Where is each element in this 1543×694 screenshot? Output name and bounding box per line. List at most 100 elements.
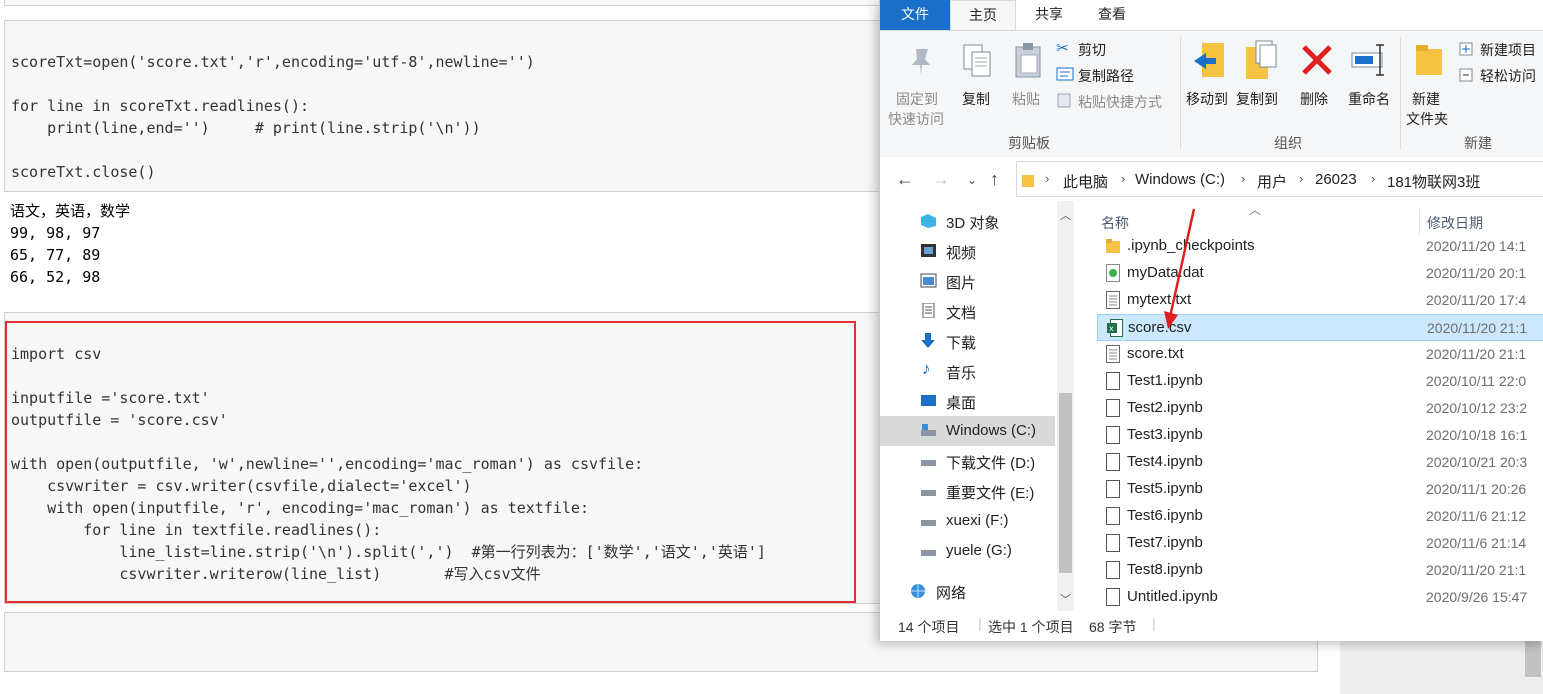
nav-scrollbar-thumb[interactable] (1059, 393, 1072, 573)
nav-item-3d-objects[interactable]: 3D 对象 (880, 206, 1055, 236)
file-name: Untitled.ipynb (1127, 588, 1218, 605)
file-row[interactable]: Test4.ipynb 2020/10/21 20:3 (1097, 449, 1543, 476)
new-folder-button[interactable]: 新建 文件夹 (1404, 37, 1456, 127)
breadcrumb-item[interactable]: Windows (C:) (1135, 171, 1225, 188)
file-row[interactable]: Test5.ipynb 2020/11/1 20:26 (1097, 476, 1543, 503)
file-name: Test2.ipynb (1127, 399, 1203, 416)
page-scrollbar-thumb[interactable] (1525, 641, 1541, 677)
delete-button[interactable]: 删除 (1298, 37, 1336, 127)
file-row[interactable]: Untitled.ipynb 2020/9/26 15:47 (1097, 584, 1543, 611)
network-icon (911, 584, 925, 598)
copy-path-button[interactable]: 复制路径 (1056, 65, 1176, 87)
tab-view[interactable]: 查看 (1080, 0, 1144, 30)
file-name: Test1.ipynb (1127, 372, 1203, 389)
nav-item-desktop[interactable]: 桌面 (880, 386, 1055, 416)
copy-to-label: 复制到 (1236, 91, 1278, 107)
forward-arrow-icon[interactable]: → (932, 169, 950, 190)
file-icon (1106, 426, 1120, 444)
nav-scrollbar[interactable]: ︿ ﹀ (1057, 201, 1074, 611)
back-arrow-icon[interactable]: ← (896, 169, 914, 190)
nav-item-drive-g[interactable]: yuele (G:) (880, 536, 1055, 566)
file-modified-date: 2020/10/21 20:3 (1426, 454, 1528, 470)
address-bar[interactable]: › 此电脑 › Windows (C:) › 用户 › 26023 › 181物… (1016, 161, 1543, 197)
new-item-label: 新建项目 (1480, 42, 1536, 58)
file-row[interactable]: Test3.ipynb 2020/10/18 16:1 (1097, 422, 1543, 449)
up-arrow-icon[interactable]: ↑ (990, 169, 999, 190)
breadcrumb-item[interactable]: 26023 (1315, 171, 1357, 188)
file-row[interactable]: Test8.ipynb 2020/11/20 21:1 (1097, 557, 1543, 584)
file-row[interactable]: score.txt 2020/11/20 21:1 (1097, 341, 1543, 368)
file-row[interactable]: Test2.ipynb 2020/10/12 23:2 (1097, 395, 1543, 422)
copy-button[interactable]: 复制 (958, 37, 1000, 127)
nav-item-windows-c[interactable]: Windows (C:) (880, 416, 1055, 446)
nav-item-label: 文档 (946, 305, 977, 322)
documents-icon (922, 303, 935, 318)
file-row[interactable]: Test7.ipynb 2020/11/6 21:14 (1097, 530, 1543, 557)
nav-item-drive-f[interactable]: xuexi (F:) (880, 506, 1055, 536)
move-to-button[interactable]: 移动到 (1186, 37, 1234, 127)
cell-1-output: 语文，英语，数学 99, 98, 97 65, 77, 89 66, 52, 9… (10, 200, 130, 288)
file-row[interactable]: Test6.ipynb 2020/11/6 21:12 (1097, 503, 1543, 530)
code-cell-1-source[interactable]: scoreTxt=open('score.txt','r',encoding='… (11, 29, 535, 183)
column-divider[interactable] (1419, 209, 1420, 235)
file-row[interactable]: Test1.ipynb 2020/10/11 22:0 (1097, 368, 1543, 395)
new-group-label: 新建 (1464, 135, 1492, 151)
output-line: 66, 52, 98 (10, 268, 101, 286)
tab-file[interactable]: 文件 (880, 0, 950, 30)
file-icon (1106, 507, 1120, 525)
file-modified-date: 2020/11/20 17:4 (1426, 292, 1527, 308)
column-header-name[interactable]: 名称 (1101, 213, 1129, 233)
chevron-right-icon: › (1299, 171, 1304, 186)
paste-shortcut-button[interactable]: 粘贴快捷方式 (1056, 91, 1176, 113)
nav-item-music[interactable]: ♪ 音乐 (880, 356, 1055, 386)
pin-icon (912, 49, 930, 75)
file-name: Test5.ipynb (1127, 480, 1203, 497)
file-modified-date: 2020/11/20 14:1 (1426, 238, 1527, 254)
new-item-button[interactable]: 新建项目 (1458, 39, 1543, 61)
nav-item-pictures[interactable]: 图片 (880, 266, 1055, 296)
file-icon (1106, 588, 1120, 606)
file-modified-date: 2020/10/11 22:0 (1426, 373, 1527, 389)
cut-button[interactable]: ✂ 剪切 (1056, 39, 1166, 61)
code-line: print(line,end='') # print(line.strip('\… (11, 119, 481, 137)
tab-share[interactable]: 共享 (1020, 0, 1078, 30)
file-icon (1106, 534, 1120, 552)
pin-label: 固定到 (896, 91, 938, 107)
recent-chevron-down-icon[interactable]: ⌄ (967, 173, 977, 187)
svg-text:x: x (1109, 324, 1114, 333)
scroll-up-icon[interactable]: ︿ (1060, 207, 1071, 223)
ribbon-tabs: 文件 主页 共享 查看 (880, 0, 1543, 31)
file-name: Test4.ipynb (1127, 453, 1203, 470)
breadcrumb-item[interactable]: 此电脑 (1063, 171, 1108, 192)
selection-count: 选中 1 个项目 (988, 619, 1074, 635)
file-modified-date: 2020/11/20 21:1 (1427, 320, 1528, 336)
paste-button[interactable]: 粘贴 (1008, 37, 1050, 127)
nav-item-drive-e[interactable]: 重要文件 (E:) (880, 476, 1055, 506)
copy-to-button[interactable]: 复制到 (1236, 37, 1284, 127)
rename-label: 重命名 (1348, 91, 1390, 107)
rename-button[interactable]: 重命名 (1346, 37, 1396, 127)
copy-icon (963, 44, 991, 77)
drive-icon (921, 550, 936, 556)
output-line: 语文，英语，数学 (10, 202, 131, 220)
pin-quick-access-button[interactable]: 固定到 快速访问 (886, 37, 954, 127)
easy-access-button[interactable]: 轻松访问 (1458, 65, 1543, 87)
nav-item-drive-d[interactable]: 下载文件 (D:) (880, 446, 1055, 476)
nav-item-documents[interactable]: 文档 (880, 296, 1055, 326)
chevron-right-icon: › (1371, 171, 1376, 186)
column-header-modified[interactable]: 修改日期 (1427, 213, 1483, 233)
nav-item-downloads[interactable]: 下载 (880, 326, 1055, 356)
excel-file-icon: x (1107, 319, 1123, 337)
easy-access-label: 轻松访问 (1480, 68, 1536, 84)
item-count: 14 个项目 (898, 619, 960, 635)
breadcrumb-item[interactable]: 用户 (1257, 171, 1287, 192)
scroll-down-icon[interactable]: ﹀ (1060, 591, 1071, 607)
file-name: Test7.ipynb (1127, 534, 1203, 551)
drive-icon (921, 490, 936, 496)
file-icon (1106, 399, 1120, 417)
nav-item-videos[interactable]: 视频 (880, 236, 1055, 266)
breadcrumb-item[interactable]: 181物联网3班 (1387, 171, 1480, 192)
new-folder-label: 新建 (1412, 91, 1440, 107)
tab-home[interactable]: 主页 (950, 0, 1016, 31)
nav-item-network[interactable]: 网络 (880, 576, 1055, 606)
